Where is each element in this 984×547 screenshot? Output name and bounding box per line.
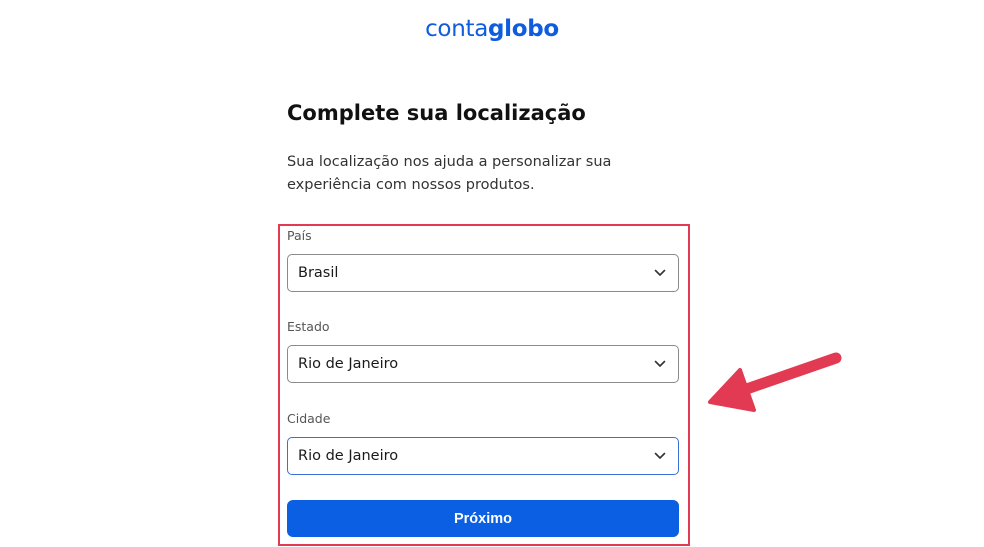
city-select-value: Rio de Janeiro	[298, 448, 399, 464]
contaglobo-logo: contaglobo	[0, 16, 984, 42]
page-subtitle: Sua localização nos ajuda a personalizar…	[287, 154, 612, 193]
chevron-down-icon	[654, 269, 666, 276]
logo-text-bold: globo	[488, 16, 559, 42]
city-label: Cidade	[287, 411, 331, 426]
country-select[interactable]: Brasil	[287, 254, 679, 292]
state-select[interactable]: Rio de Janeiro	[287, 345, 679, 383]
logo-text-light: conta	[425, 16, 488, 42]
arrow-icon	[708, 352, 842, 412]
chevron-down-icon	[654, 360, 666, 367]
page-title: Complete sua localização	[287, 101, 586, 125]
city-select[interactable]: Rio de Janeiro	[287, 437, 679, 475]
page: contaglobo Complete sua localização Sua …	[0, 0, 984, 547]
country-label: País	[287, 228, 312, 243]
chevron-down-icon	[654, 452, 666, 459]
country-select-value: Brasil	[298, 265, 339, 281]
next-button[interactable]: Próximo	[287, 500, 679, 537]
state-select-value: Rio de Janeiro	[298, 356, 399, 372]
state-label: Estado	[287, 319, 330, 334]
